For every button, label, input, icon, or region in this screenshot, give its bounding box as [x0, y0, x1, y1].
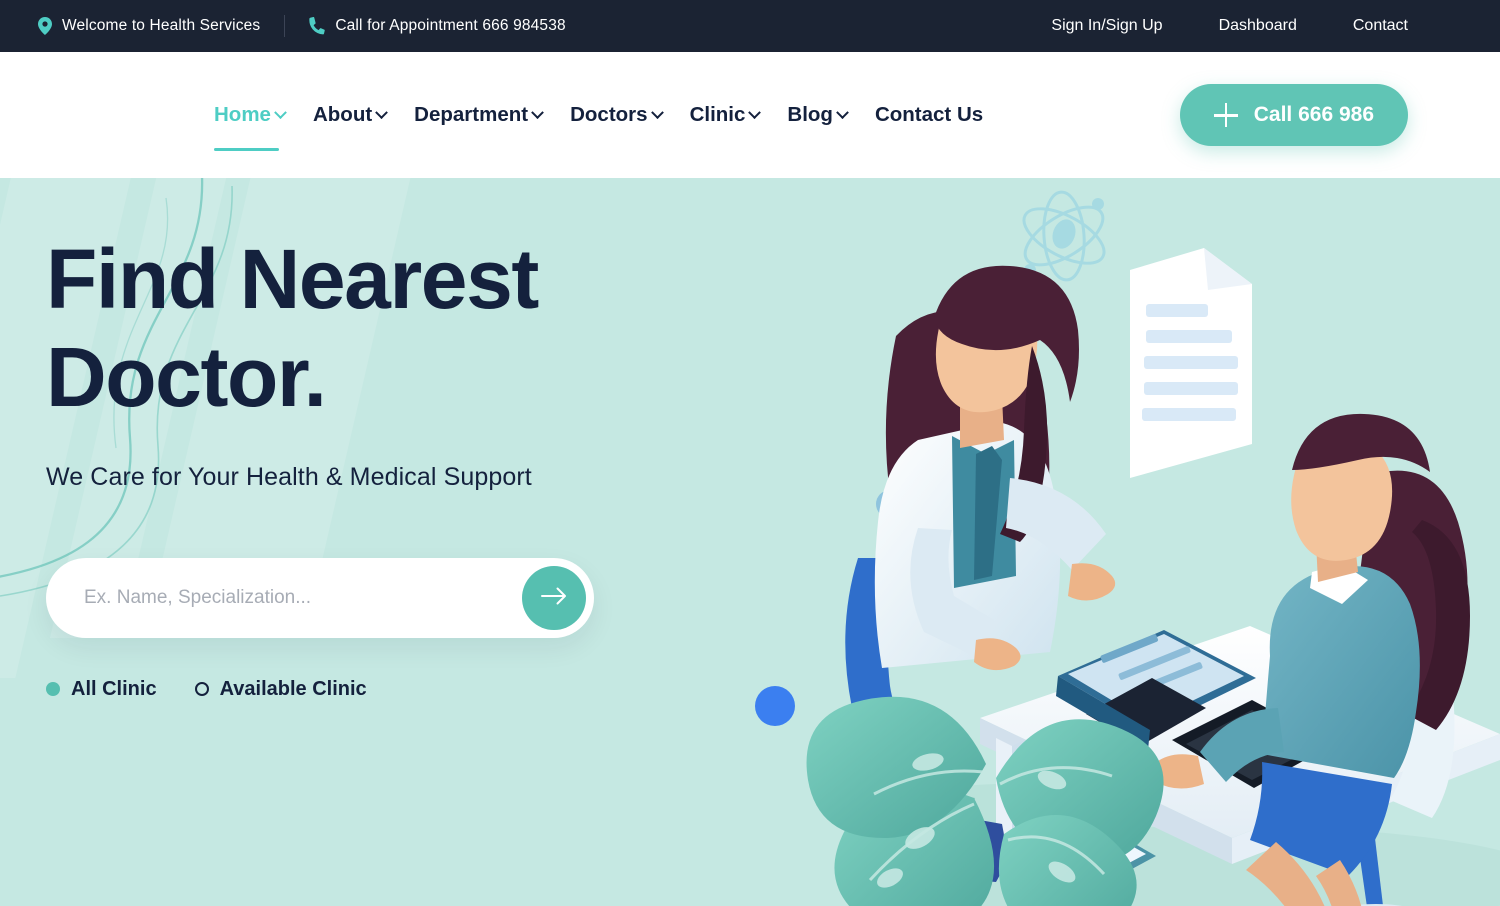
- nav-item-doctors-label: Doctors: [570, 103, 648, 126]
- clinic-filter-group: All Clinic Available Clinic: [46, 678, 686, 701]
- nav-item-home-label: Home: [214, 103, 271, 126]
- welcome-message: Welcome to Health Services: [38, 17, 260, 35]
- chevron-down-icon: [650, 105, 664, 119]
- nav-item-department-label: Department: [414, 103, 529, 126]
- filter-available-clinic[interactable]: Available Clinic: [194, 677, 367, 701]
- call-button[interactable]: Call 666 986: [1179, 84, 1408, 146]
- appointment-phone-text: Call for Appointment 666 984538: [335, 17, 566, 34]
- hero-title-line2: Doctor.: [46, 330, 327, 425]
- topbar-link-contact[interactable]: Contact: [1353, 17, 1408, 35]
- topbar-links: Sign In/Sign Up Dashboard Contact: [1051, 17, 1408, 35]
- hero-content: Find Nearest Doctor. We Care for Your He…: [46, 230, 686, 701]
- call-button-label: Call 666 986: [1253, 103, 1374, 126]
- atom-icon: [1022, 190, 1106, 282]
- arrow-right-icon: [541, 587, 567, 608]
- hero-subtitle: We Care for Your Health & Medical Suppor…: [46, 462, 532, 491]
- nav-item-about-label: About: [312, 103, 373, 126]
- nav-item-clinic[interactable]: Clinic: [689, 52, 762, 178]
- nav-item-about[interactable]: About: [312, 52, 389, 178]
- appointment-phone[interactable]: Call for Appointment 666 984538: [309, 17, 566, 35]
- nav-item-blog[interactable]: Blog: [787, 52, 849, 178]
- nav-item-contact-us[interactable]: Contact Us: [875, 52, 983, 178]
- nav-item-home[interactable]: Home: [214, 52, 287, 178]
- main-navigation-bar: Home About Department Doctors Clinic Blo…: [0, 52, 1500, 178]
- chevron-down-icon: [836, 105, 849, 119]
- top-utility-bar: Welcome to Health Services Call for Appo…: [0, 0, 1500, 52]
- doctor-patient-consultation-illustration: [806, 190, 1500, 906]
- nav-item-contact-us-label: Contact Us: [874, 103, 984, 126]
- topbar-left-group: Welcome to Health Services Call for Appo…: [38, 15, 566, 37]
- nav-item-clinic-label: Clinic: [689, 103, 746, 126]
- plus-icon: [1213, 103, 1238, 127]
- page-title: Find Nearest Doctor.: [46, 230, 686, 427]
- nav-menu: Home About Department Doctors Clinic Blo…: [214, 52, 983, 178]
- nav-item-blog-label: Blog: [787, 103, 833, 126]
- filter-all-clinic[interactable]: All Clinic: [46, 678, 157, 701]
- document-icon: [1130, 248, 1252, 478]
- chevron-down-icon: [531, 105, 544, 119]
- nav-item-doctors[interactable]: Doctors: [570, 52, 664, 178]
- phone-icon: [309, 17, 326, 35]
- chevron-down-icon: [274, 105, 287, 119]
- search-submit-button[interactable]: [522, 565, 586, 630]
- hero-section: Find Nearest Doctor. We Care for Your He…: [0, 178, 1500, 906]
- chevron-down-icon: [748, 105, 762, 119]
- hero-title-line1: Find Nearest: [46, 232, 539, 326]
- filter-all-clinic-label: All Clinic: [71, 677, 157, 700]
- radio-unselected-icon[interactable]: [194, 682, 209, 697]
- welcome-text: Welcome to Health Services: [62, 17, 261, 34]
- doctor-search-bar: [46, 557, 594, 638]
- radio-selected-icon[interactable]: [46, 682, 60, 697]
- nav-item-department[interactable]: Department: [414, 52, 544, 178]
- search-input[interactable]: [84, 586, 522, 609]
- decor-circle-blue: [755, 686, 795, 726]
- topbar-divider: [284, 15, 286, 37]
- location-pin-icon: [38, 17, 52, 35]
- chevron-down-icon: [375, 105, 389, 119]
- topbar-link-signin[interactable]: Sign In/Sign Up: [1051, 17, 1162, 35]
- topbar-link-dashboard[interactable]: Dashboard: [1219, 17, 1297, 35]
- filter-available-clinic-label: Available Clinic: [219, 677, 367, 700]
